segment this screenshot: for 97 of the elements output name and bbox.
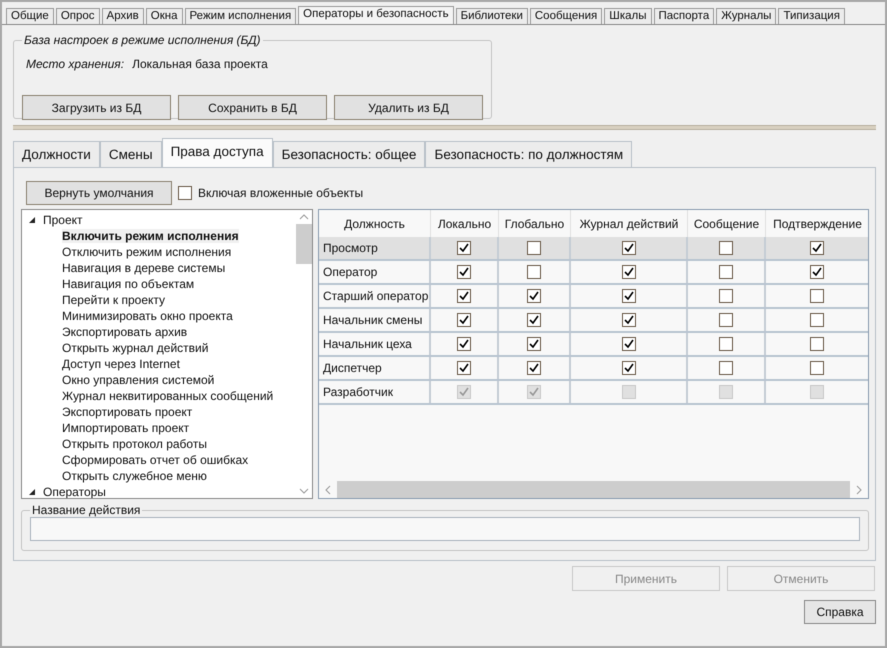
db-button[interactable]: Загрузить из БД xyxy=(22,95,171,120)
checkbox[interactable] xyxy=(719,313,733,327)
tab[interactable]: Режим исполнения xyxy=(184,8,296,24)
tab[interactable]: Общие xyxy=(6,8,54,24)
tree-item[interactable]: Открыть протокол работы xyxy=(62,437,207,451)
checkbox[interactable] xyxy=(810,289,824,303)
tree-item[interactable]: Журнал неквитированных сообщений xyxy=(62,389,274,403)
checkbox[interactable] xyxy=(178,186,192,200)
tree-item[interactable]: Включить режим исполнения xyxy=(62,229,239,243)
tree-item[interactable]: Экспортировать проект xyxy=(62,405,192,419)
tab[interactable]: Опрос xyxy=(56,8,100,24)
tab[interactable]: Безопасность: по должностям xyxy=(425,141,632,167)
role-name: Старший оператор xyxy=(323,289,428,303)
tab[interactable]: Типизация xyxy=(778,8,845,24)
scrollbar-thumb[interactable] xyxy=(296,224,312,264)
checkbox[interactable] xyxy=(527,241,541,255)
checkbox[interactable] xyxy=(457,265,471,279)
tab[interactable]: Библиотеки xyxy=(456,8,528,24)
expanded-triangle-icon[interactable] xyxy=(28,216,36,224)
tree-item[interactable]: Сформировать отчет об ошибках xyxy=(62,453,248,467)
scroll-down-icon[interactable] xyxy=(299,488,309,494)
tree-item[interactable]: Доступ через Internet xyxy=(62,357,180,371)
checkbox[interactable] xyxy=(810,265,824,279)
role-name: Начальник смены xyxy=(323,313,422,327)
table-row[interactable]: Оператор xyxy=(319,261,868,285)
group-title: База настроек в режиме исполнения (БД) xyxy=(23,33,262,47)
tree-item[interactable]: Импортировать проект xyxy=(62,421,190,435)
checkbox[interactable] xyxy=(527,265,541,279)
role-name: Разработчик xyxy=(323,385,393,399)
db-button[interactable]: Удалить из БД xyxy=(334,95,483,120)
role-name: Оператор xyxy=(323,265,378,279)
checkbox[interactable] xyxy=(719,265,733,279)
checkbox[interactable] xyxy=(810,337,824,351)
help-button[interactable]: Справка xyxy=(804,600,876,624)
scroll-right-icon[interactable] xyxy=(856,484,862,494)
storage-label: Место хранения: xyxy=(26,57,124,73)
checkbox[interactable] xyxy=(457,313,471,327)
checkbox-label: Включая вложенные объекты xyxy=(198,186,364,200)
scrollbar-thumb[interactable] xyxy=(337,481,850,498)
tab[interactable]: Операторы и безопасность xyxy=(298,6,454,24)
tab[interactable]: Права доступа xyxy=(162,138,273,167)
checkbox[interactable] xyxy=(719,361,733,375)
scroll-left-icon[interactable] xyxy=(325,484,331,494)
table-row[interactable]: Старший оператор xyxy=(319,285,868,309)
tree-item[interactable]: Открыть журнал действий xyxy=(62,341,208,355)
checkbox[interactable] xyxy=(622,265,636,279)
tree-item[interactable]: Минимизировать окно проекта xyxy=(62,309,233,323)
tab[interactable]: Журналы xyxy=(716,8,776,24)
tab[interactable]: Смены xyxy=(100,141,162,167)
tree-item[interactable]: Открыть служебное меню xyxy=(62,469,207,483)
checkbox[interactable] xyxy=(810,241,824,255)
scroll-up-icon[interactable] xyxy=(299,214,309,220)
checkbox[interactable] xyxy=(719,289,733,303)
action-name-field[interactable] xyxy=(30,517,860,541)
checkbox[interactable] xyxy=(527,313,541,327)
table-row[interactable]: Начальник смены xyxy=(319,309,868,333)
tab[interactable]: Должности xyxy=(13,141,100,167)
checkbox[interactable] xyxy=(622,241,636,255)
group-title: Название действия xyxy=(31,503,142,517)
tree-item[interactable]: Навигация по объектам xyxy=(62,277,194,291)
storage-value: Локальная база проекта xyxy=(132,57,268,73)
tree-item[interactable]: Экспортировать архив xyxy=(62,325,188,339)
tab[interactable]: Окна xyxy=(146,8,183,24)
checkbox[interactable] xyxy=(622,361,636,375)
expanded-triangle-icon[interactable] xyxy=(28,488,36,496)
tab[interactable]: Сообщения xyxy=(530,8,602,24)
checkbox[interactable] xyxy=(810,313,824,327)
tree-item[interactable]: Перейти к проекту xyxy=(62,293,166,307)
checkbox[interactable] xyxy=(622,313,636,327)
table-row[interactable]: Просмотр xyxy=(319,237,868,261)
checkbox[interactable] xyxy=(527,337,541,351)
tree-item[interactable]: Навигация в дереве системы xyxy=(62,261,226,275)
role-name: Диспетчер xyxy=(323,361,382,375)
checkbox[interactable] xyxy=(457,289,471,303)
checkbox[interactable] xyxy=(719,337,733,351)
role-name: Просмотр xyxy=(323,241,378,255)
tree-item[interactable]: Окно управления системой xyxy=(62,373,214,387)
reset-defaults-button[interactable]: Вернуть умолчания xyxy=(26,181,172,205)
tab[interactable]: Паспорта xyxy=(654,8,714,24)
tab[interactable]: Шкалы xyxy=(604,8,652,24)
table-row[interactable]: Диспетчер xyxy=(319,357,868,381)
checkbox[interactable] xyxy=(457,337,471,351)
tree-item[interactable]: Отключить режим исполнения xyxy=(62,245,232,259)
table-row[interactable]: Начальник цеха xyxy=(319,333,868,357)
checkbox[interactable] xyxy=(527,289,541,303)
checkbox[interactable] xyxy=(527,361,541,375)
tab[interactable]: Безопасность: общее xyxy=(272,141,426,167)
checkbox[interactable] xyxy=(622,289,636,303)
tree-node[interactable]: Проект xyxy=(43,213,83,227)
checkbox[interactable] xyxy=(719,241,733,255)
checkbox[interactable] xyxy=(457,361,471,375)
checkbox[interactable] xyxy=(622,337,636,351)
db-button[interactable]: Сохранить в БД xyxy=(178,95,327,120)
tab[interactable]: Архив xyxy=(102,8,144,24)
role-name: Начальник цеха xyxy=(323,337,412,351)
checkbox[interactable] xyxy=(810,361,824,375)
checkbox[interactable] xyxy=(457,241,471,255)
